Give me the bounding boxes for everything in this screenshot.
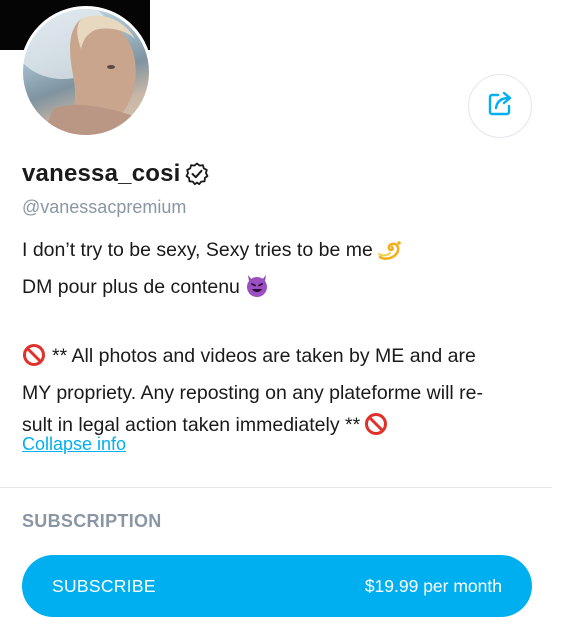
subscribe-label: SUBSCRIBE <box>52 575 156 596</box>
username-row: vanessa_cosi <box>22 160 210 188</box>
bio-text: I don’t try to be sexy, Sexy tries to be… <box>22 239 373 261</box>
bio-text: sult in legal action taken immediately *… <box>22 414 361 436</box>
bio-line: ** All photos and videos are taken by ME… <box>22 340 542 377</box>
bio-text: ** All photos and videos are taken by ME… <box>52 345 476 367</box>
section-divider <box>0 487 552 488</box>
no-entry-sign-emoji <box>364 412 388 446</box>
username: vanessa_cosi <box>22 160 181 187</box>
smiling-devil-emoji <box>244 272 270 308</box>
dizzy-emoji <box>377 239 403 271</box>
bio-text: DM pour plus de contenu <box>22 276 240 298</box>
bio-line: I don’t try to be sexy, Sexy tries to be… <box>22 234 542 271</box>
collapse-info-link[interactable]: Collapse info <box>22 434 126 455</box>
bio-line: MY propriety. Any reposting on any plate… <box>22 382 483 404</box>
profile-handle: @vanessacpremium <box>22 197 187 217</box>
subscribe-button[interactable]: SUBSCRIBE $19.99 per month <box>22 555 532 617</box>
no-entry-sign-emoji <box>22 343 46 377</box>
avatar-photo <box>23 9 149 135</box>
bio-line: DM pour plus de contenu <box>22 271 542 308</box>
subscription-heading: SUBSCRIPTION <box>22 511 162 531</box>
bio: I don’t try to be sexy, Sexy tries to be… <box>22 234 542 446</box>
verified-badge-icon <box>184 161 210 187</box>
bio-spacer <box>22 308 542 340</box>
subscription-price: $19.99 per month <box>364 575 502 596</box>
avatar[interactable] <box>20 6 152 138</box>
share-button[interactable] <box>468 74 532 138</box>
share-icon <box>485 89 515 124</box>
